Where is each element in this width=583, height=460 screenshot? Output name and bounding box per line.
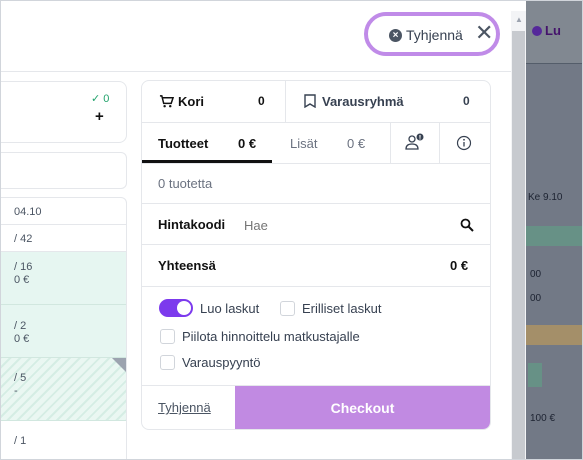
left-summary-card (1, 81, 127, 143)
search-icon[interactable] (460, 218, 474, 232)
active-tab-indicator (142, 160, 272, 163)
left-search-input[interactable] (1, 152, 127, 189)
create-invoices-label: Luo laskut (200, 301, 260, 316)
list-item[interactable]: / 5 - (1, 358, 126, 421)
hide-pricing-label: Piilota hinnoittelu matkustajalle (182, 329, 360, 344)
app-frame: × Tyhjennä ✕ ✓ 0 + 04.10 / 42 / 16 0 € /… (0, 0, 583, 460)
background-price: 100 € (530, 413, 556, 424)
clear-all-label: Tyhjennä (406, 27, 463, 43)
plus-circle-icon (532, 26, 542, 36)
add-button[interactable]: + (95, 108, 104, 125)
checkout-button[interactable]: Checkout (235, 386, 490, 429)
clear-all-button[interactable]: × Tyhjennä (389, 23, 463, 47)
cart-icon (159, 95, 174, 108)
date-cell: 04.10 (14, 206, 42, 218)
background-overlay: Lu Ke 9.10 00 00 100 € (526, 1, 582, 459)
products-row: 0 tuotetta (142, 164, 490, 204)
corner-marker-icon (112, 358, 126, 372)
products-count: 0 tuotetta (158, 176, 213, 191)
separate-invoices-label: Erilliset laskut (302, 301, 382, 316)
tab-booking-group-label: Varausryhmä (322, 94, 404, 109)
cart-panel: Kori 0 Varausryhmä 0 Tuotteet 0 € Lisät … (141, 80, 491, 430)
info-icon[interactable] (456, 135, 472, 151)
background-label: Lu (545, 23, 561, 38)
close-icon[interactable]: ✕ (475, 21, 493, 45)
check-count: ✓ 0 (91, 93, 110, 105)
hide-pricing-checkbox[interactable] (160, 329, 175, 344)
background-row: 00 (530, 269, 542, 280)
tab-booking-group-count: 0 (463, 94, 470, 108)
cart-tabs: Kori 0 Varausryhmä 0 (142, 81, 490, 123)
tab-products-value: 0 € (238, 136, 257, 151)
clear-cart-link[interactable]: Tyhjennä (158, 400, 211, 415)
cart-subtabs: Tuotteet 0 € Lisät 0 € ! (142, 123, 490, 164)
tab-kori-label: Kori (178, 94, 204, 109)
price-code-input[interactable] (242, 214, 446, 236)
total-label: Yhteensä (158, 258, 216, 273)
list-item[interactable]: / 1 (1, 421, 126, 459)
booking-request-label: Varauspyyntö (182, 355, 261, 370)
tab-kori[interactable]: Kori 0 (142, 81, 286, 122)
tab-products[interactable]: Tuotteet (158, 136, 208, 151)
tab-extras-value: 0 € (347, 136, 366, 151)
price-code-row: Hintakoodi (142, 204, 490, 245)
background-date: Ke 9.10 (528, 192, 563, 203)
background-row: 00 (530, 293, 542, 304)
capacity-cell: / 42 (14, 233, 33, 245)
svg-text:!: ! (419, 135, 422, 142)
price-code-label: Hintakoodi (158, 217, 226, 232)
x-circle-icon: × (389, 28, 402, 42)
create-invoices-toggle[interactable] (159, 299, 193, 317)
separate-invoices-checkbox[interactable] (280, 301, 295, 316)
tab-kori-count: 0 (258, 94, 265, 108)
left-date-list: 04.10 / 42 / 16 0 € / 2 0 € / 5 - / 1 (1, 197, 127, 459)
total-value: 0 € (450, 258, 469, 273)
bookmark-icon (304, 94, 316, 108)
booking-request-checkbox[interactable] (160, 355, 175, 370)
total-row: Yhteensä 0 € (142, 245, 490, 287)
passenger-icon[interactable]: ! (405, 133, 425, 151)
list-item[interactable]: / 2 0 € (1, 305, 126, 358)
scroll-up-arrow-icon[interactable]: ▲ (515, 15, 523, 24)
scrollbar-thumb[interactable] (512, 31, 525, 459)
tab-extras[interactable]: Lisät (290, 136, 317, 151)
list-item[interactable]: / 16 0 € (1, 252, 126, 305)
cart-footer: Tyhjennä Checkout (142, 385, 490, 429)
